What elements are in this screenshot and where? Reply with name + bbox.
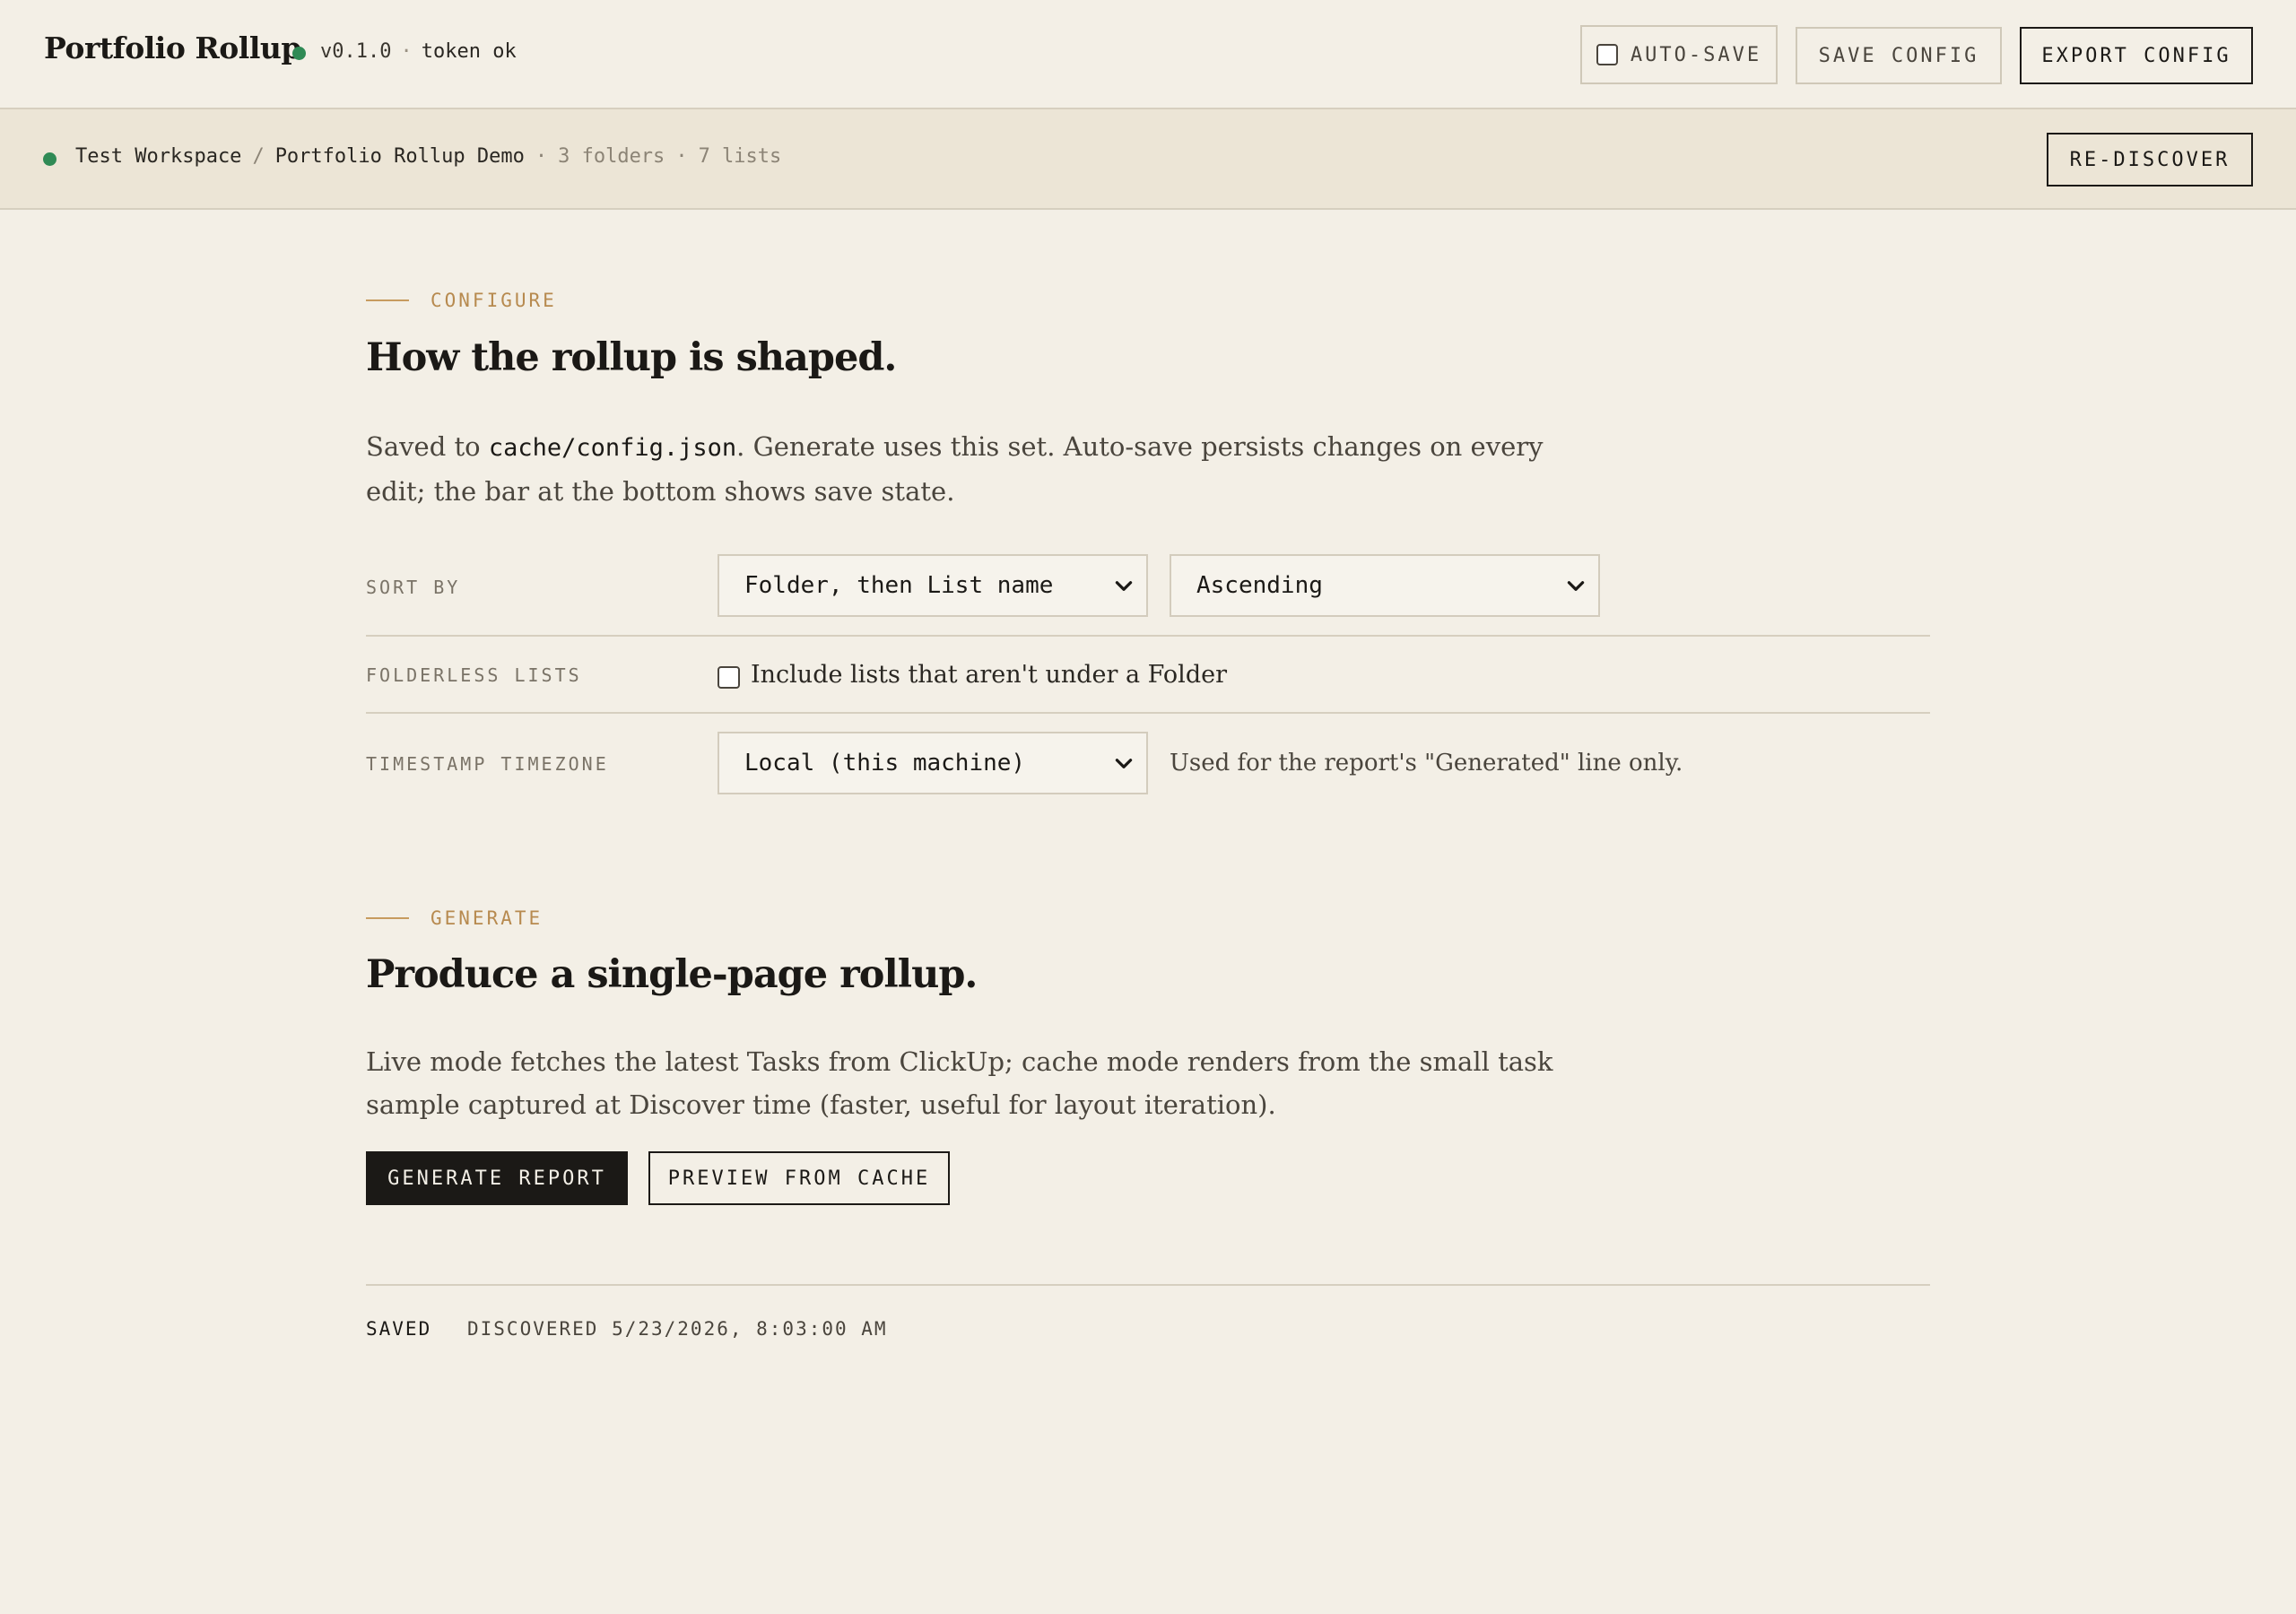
desc-before: Saved to — [366, 431, 489, 462]
workspace-name: Test Workspace — [75, 145, 242, 168]
workspace-bar: Test Workspace / Portfolio Rollup Demo · 3 f… — [0, 109, 2296, 210]
chevron-down-icon — [1115, 759, 1133, 768]
discovered-timestamp: DISCOVERED 5/23/2026, 8:03:00 AM — [467, 1318, 888, 1340]
version-text: v0.1.0 — [320, 40, 392, 63]
generate-description: Live mode fetches the latest Tasks from … — [366, 1046, 1553, 1120]
sort-order-value: Ascending — [1196, 572, 1323, 599]
export-config-button[interactable]: EXPORT CONFIG — [2020, 27, 2253, 84]
folder-count: 3 folders — [558, 145, 665, 168]
status-dot-icon — [292, 47, 306, 60]
space-name: Portfolio Rollup Demo — [274, 145, 525, 168]
tag-rule — [366, 917, 409, 919]
chevron-down-icon — [1567, 581, 1585, 591]
sort-field-select[interactable]: Folder, then List name — [718, 554, 1148, 617]
timezone-select[interactable]: Local (this machine) — [718, 732, 1148, 794]
folderless-text: Include lists that aren't under a Folder — [751, 661, 1227, 689]
tag-rule — [366, 299, 409, 301]
sort-by-label: SORT BY — [366, 577, 461, 598]
workspace-breadcrumb: Test Workspace / Portfolio Rollup Demo · 3 f… — [75, 145, 781, 168]
autosave-toggle[interactable]: AUTO-SAVE — [1580, 25, 1778, 84]
rediscover-button[interactable]: RE-DISCOVER — [2047, 133, 2253, 187]
separator: · — [675, 145, 688, 168]
folderless-lists-label: FOLDERLESS LISTS — [366, 664, 582, 686]
path-separator: / — [252, 145, 265, 168]
configure-description: Saved to cache/config.json. Generate use… — [366, 425, 1586, 513]
timestamp-timezone-label: TIMESTAMP TIMEZONE — [366, 753, 609, 775]
generate-section-tag: GENERATE — [366, 907, 543, 929]
app-title: Portfolio Rollup — [44, 30, 301, 65]
autosave-checkbox[interactable] — [1596, 44, 1618, 65]
sort-field-value: Folder, then List name — [744, 572, 1054, 599]
configure-heading: How the rollup is shaped. — [366, 335, 897, 380]
config-path: cache/config.json — [488, 434, 737, 462]
separator: · — [400, 40, 413, 63]
separator: · — [535, 145, 548, 168]
folderless-checkbox[interactable] — [718, 666, 740, 689]
folderless-option[interactable]: Include lists that aren't under a Folder — [718, 661, 1227, 689]
version-status: v0.1.0 · token ok — [320, 40, 517, 63]
save-state: SAVED — [366, 1318, 432, 1340]
timezone-note: Used for the report's "Generated" line o… — [1170, 750, 1683, 777]
row-divider — [366, 635, 1930, 637]
generate-heading: Produce a single-page rollup. — [366, 952, 978, 997]
autosave-label: AUTO-SAVE — [1630, 43, 1762, 66]
token-status: token ok — [421, 40, 517, 63]
generate-tag-text: GENERATE — [430, 907, 544, 929]
save-config-button[interactable]: SAVE CONFIG — [1796, 27, 2002, 84]
sort-order-select[interactable]: Ascending — [1170, 554, 1600, 617]
top-bar: Portfolio Rollup v0.1.0 · token ok AUTO-SA… — [0, 0, 2296, 109]
footer-divider — [366, 1284, 1930, 1286]
row-divider — [366, 712, 1930, 714]
timezone-value: Local (this machine) — [744, 750, 1026, 777]
chevron-down-icon — [1115, 581, 1133, 591]
configure-section-tag: CONFIGURE — [366, 290, 557, 311]
preview-from-cache-button[interactable]: PREVIEW FROM CACHE — [648, 1151, 950, 1205]
list-count: 7 lists — [698, 145, 782, 168]
generate-report-button[interactable]: GENERATE REPORT — [366, 1151, 628, 1205]
workspace-status-dot-icon — [43, 152, 57, 166]
configure-tag-text: CONFIGURE — [430, 290, 557, 311]
